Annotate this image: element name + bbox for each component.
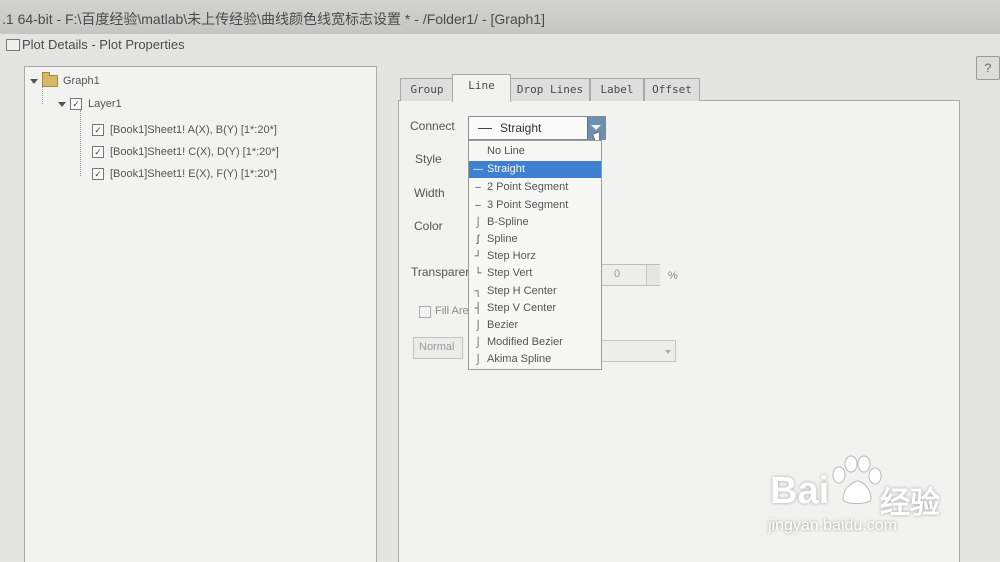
modified-bezier-icon: ⌡ xyxy=(474,337,482,348)
expand-arrow-icon[interactable] xyxy=(58,101,66,107)
chevron-down-icon xyxy=(665,350,671,354)
akima-spline-icon: ⌡ xyxy=(474,354,482,365)
straight-icon: — xyxy=(473,164,483,175)
connect-option-2-point-segment[interactable]: –2 Point Segment xyxy=(469,179,601,196)
straight-line-icon xyxy=(478,128,492,129)
connect-option-step-h-center[interactable]: ┐ Step H Center xyxy=(469,283,601,300)
plot-checkbox[interactable]: ✓ xyxy=(92,168,104,181)
connect-selected-value: Straight xyxy=(500,121,542,135)
tree-item-plot[interactable]: ✓ [Book1]Sheet1! E(X), F(Y) [1*:20*] xyxy=(92,166,277,182)
fill-mode-value: Normal xyxy=(419,341,455,353)
tree-item-label: Layer1 xyxy=(88,98,122,110)
bezier-icon: ⌡ xyxy=(474,320,482,331)
tab-group[interactable]: Group xyxy=(400,78,454,101)
connect-option-modified-bezier[interactable]: ⌡ Modified Bezier xyxy=(469,334,601,351)
tree-item-label: [Book1]Sheet1! C(X), D(Y) [1*:20*] xyxy=(110,146,279,158)
fill-area-checkbox[interactable] xyxy=(419,306,431,318)
connect-option-b-spline[interactable]: ⌡ B-Spline xyxy=(469,214,601,231)
plot-checkbox[interactable]: ✓ xyxy=(92,146,104,159)
transparency-unit: % xyxy=(668,270,678,282)
plot-checkbox[interactable]: ✓ xyxy=(92,124,104,137)
spline-icon: ∫ xyxy=(476,234,480,245)
baidu-paw-logo-icon xyxy=(832,455,882,504)
step-v-center-icon: ┤ xyxy=(474,303,482,314)
watermark-brand: Bai xyxy=(770,470,830,512)
b-spline-icon: ⌡ xyxy=(474,217,482,228)
connect-option-no-line[interactable]: No Line xyxy=(469,143,601,160)
tree-item-label: Graph1 xyxy=(63,75,100,87)
fill-area-label: Fill Are xyxy=(435,305,469,317)
connect-option-bezier[interactable]: ⌡ Bezier xyxy=(469,317,601,334)
tree-item-label: [Book1]Sheet1! E(X), F(Y) [1*:20*] xyxy=(110,168,277,180)
layer-checkbox[interactable]: ✓ xyxy=(70,98,82,111)
transparency-value: 0 xyxy=(614,268,621,280)
style-label: Style xyxy=(415,152,442,166)
dialog-title: Plot Details - Plot Properties xyxy=(22,37,185,52)
connect-option-step-vert[interactable]: └ Step Vert xyxy=(469,265,601,282)
tab-label[interactable]: Label xyxy=(590,78,644,101)
connect-option-akima-spline[interactable]: ⌡ Akima Spline xyxy=(469,351,601,368)
expand-arrow-icon[interactable] xyxy=(30,78,38,84)
watermark-url: jingyan.baidu.com xyxy=(768,517,897,534)
tree-item-layer1[interactable]: ✓ Layer1 xyxy=(58,96,122,112)
dialog-window-icon xyxy=(6,39,20,51)
connect-option-step-v-center[interactable]: ┤ Step V Center xyxy=(469,300,601,317)
tree-item-graph1[interactable]: Graph1 xyxy=(30,72,100,89)
spin-buttons[interactable] xyxy=(646,265,660,285)
connect-option-spline[interactable]: ∫ Spline xyxy=(469,231,601,248)
tree-item-label: [Book1]Sheet1! A(X), B(Y) [1*:20*] xyxy=(110,124,277,136)
connect-option-3-point-segment[interactable]: –3 Point Segment xyxy=(469,197,601,214)
app-title: .1 64-bit - F:\百度经验\matlab\未上传经验\曲线颜色线宽标… xyxy=(2,11,545,27)
connect-option-straight[interactable]: — Straight xyxy=(469,161,601,178)
step-vert-icon: └ xyxy=(474,268,482,279)
transparency-label: Transparer xyxy=(411,265,470,279)
pattern-select[interactable] xyxy=(596,340,676,362)
chevron-down-icon xyxy=(591,125,601,130)
tree-item-plot[interactable]: ✓ [Book1]Sheet1! C(X), D(Y) [1*:20*] xyxy=(92,144,279,160)
tab-drop-lines[interactable]: Drop Lines xyxy=(510,78,590,101)
tree-connector xyxy=(80,110,81,176)
three-point-segment-icon: – xyxy=(475,200,481,211)
watermark-jingyan: 经验 xyxy=(880,487,940,520)
help-button[interactable]: ? xyxy=(976,56,1000,80)
plot-tree-panel xyxy=(24,66,377,562)
width-label: Width xyxy=(414,186,445,200)
step-h-center-icon: ┐ xyxy=(474,286,482,297)
color-label: Color xyxy=(414,219,443,233)
two-point-segment-icon: – xyxy=(475,182,481,193)
connect-option-step-horz[interactable]: ┘ Step Horz xyxy=(469,248,601,265)
connect-label: Connect xyxy=(410,119,455,133)
tab-line[interactable]: Line xyxy=(452,74,511,102)
tab-offset[interactable]: Offset xyxy=(644,78,700,101)
folder-icon xyxy=(42,72,58,88)
tree-item-plot[interactable]: ✓ [Book1]Sheet1! A(X), B(Y) [1*:20*] xyxy=(92,122,277,138)
step-horz-icon: ┘ xyxy=(474,251,482,262)
